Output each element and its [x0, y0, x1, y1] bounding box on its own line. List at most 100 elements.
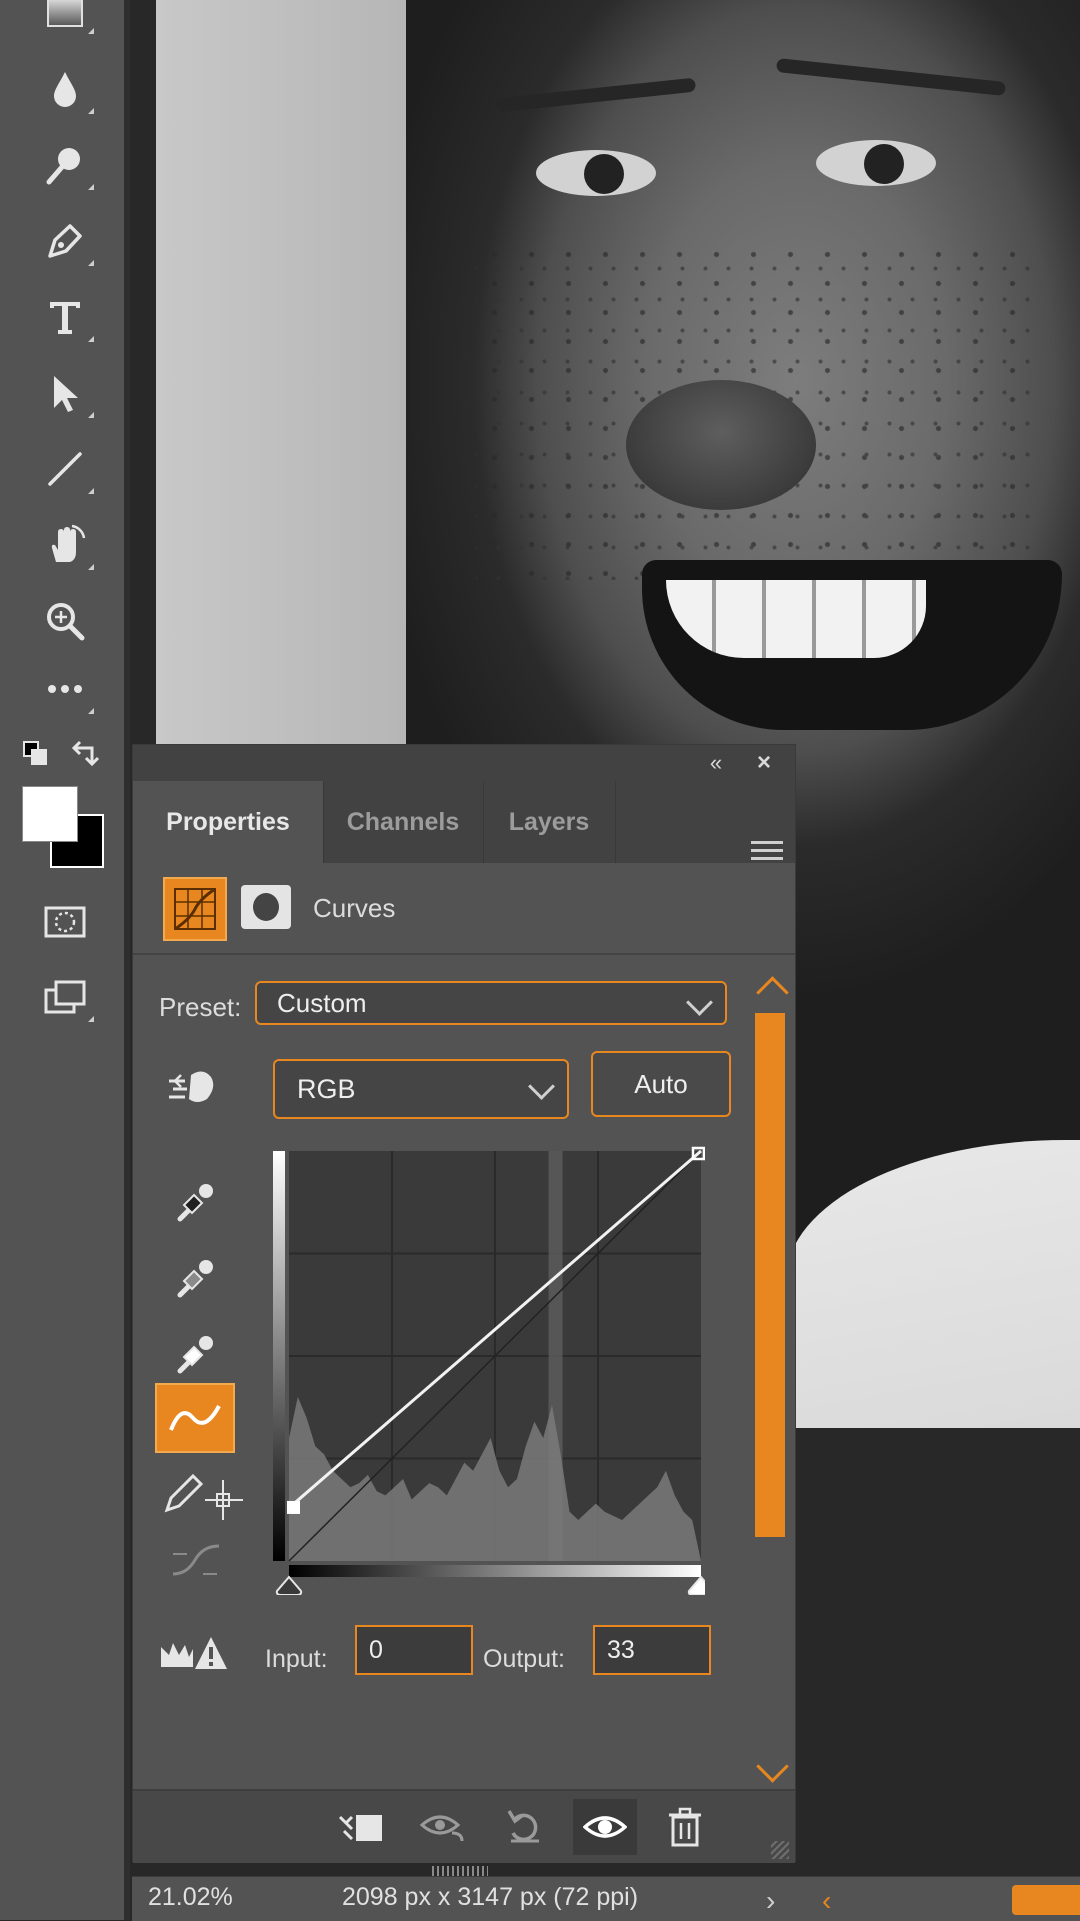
output-value-field[interactable]: 33 [593, 1625, 711, 1675]
dodge-tool[interactable] [30, 134, 100, 196]
curves-graph[interactable] [273, 1145, 705, 1595]
photo-left-eye [536, 150, 656, 196]
gray-eyedropper-icon [177, 1260, 213, 1298]
horizontal-scrollbar-thumb[interactable] [1012, 1885, 1080, 1915]
curve-point-shadow[interactable] [287, 1500, 300, 1514]
adjustment-header: Curves [133, 863, 795, 955]
rotate-view-tool[interactable] [30, 514, 100, 576]
quick-mask-button[interactable] [30, 890, 100, 952]
screen-mode-icon [44, 980, 86, 1014]
channel-value: RGB [297, 1074, 356, 1104]
adjustment-title: Curves [313, 893, 396, 923]
zoom-level[interactable]: 21.02% [148, 1883, 233, 1912]
photo-teeth [666, 580, 926, 658]
black-point-slider[interactable] [275, 1575, 303, 1595]
close-icon: × [756, 749, 771, 776]
scroll-left-icon[interactable]: ‹ [822, 1885, 831, 1917]
edit-points-button[interactable] [155, 1383, 235, 1453]
document-info: 2098 px x 3147 px (72 ppi) [342, 1883, 639, 1911]
clipping-warning-icon [161, 1637, 227, 1669]
blur-tool[interactable] [30, 58, 100, 120]
photo-right-eye [816, 140, 936, 186]
type-tool[interactable] [30, 286, 100, 348]
channel-dropdown[interactable]: RGB [273, 1059, 569, 1119]
menu-icon [751, 841, 783, 844]
layer-mask-button[interactable] [241, 885, 291, 929]
curves-adjustment-button[interactable] [163, 877, 227, 941]
default-colors-button[interactable] [22, 740, 50, 768]
more-tools-button[interactable] [30, 658, 100, 720]
chevron-down-icon [686, 989, 713, 1016]
line-tool[interactable] [30, 438, 100, 500]
curves-grid-icon [174, 887, 216, 931]
photo-shirt [786, 1140, 1080, 1428]
toggle-visibility-button[interactable] [573, 1799, 637, 1855]
targeted-adjustment-icon [169, 1071, 214, 1102]
gradient-tool[interactable] [30, 0, 100, 40]
scroll-down-button[interactable] [756, 1750, 789, 1783]
reset-button[interactable] [497, 1799, 553, 1855]
line-icon [48, 452, 82, 486]
gradient-icon [47, 0, 83, 27]
clip-to-layer-button[interactable] [333, 1799, 389, 1855]
preset-value: Custom [277, 988, 367, 1018]
input-gradient-bar [289, 1565, 701, 1577]
input-value-field[interactable]: 0 [355, 1625, 473, 1675]
zoom-tool[interactable] [30, 590, 100, 652]
properties-panel: « × Properties Channels Layers Curves Pr… [132, 744, 796, 1863]
photo-right-brow [775, 58, 1007, 96]
sample-white-point-button[interactable] [155, 1319, 235, 1389]
tab-channels[interactable]: Channels [323, 781, 484, 863]
path-selection-icon [54, 376, 78, 412]
panel-titlebar[interactable]: « × [133, 745, 795, 781]
clipping-warning-button[interactable] [159, 1633, 229, 1673]
status-menu-arrow-icon[interactable]: › [766, 1885, 775, 1917]
delete-adjustment-button[interactable] [657, 1799, 713, 1855]
white-point-slider[interactable] [687, 1575, 705, 1595]
close-panel-button[interactable]: × [749, 749, 779, 777]
sample-gray-point-button[interactable] [155, 1243, 235, 1313]
tab-layers[interactable]: Layers [483, 781, 616, 863]
smooth-icon [172, 1544, 220, 1576]
zoom-icon [47, 603, 85, 641]
panel-resize-grip[interactable] [771, 1841, 789, 1859]
photo-background [156, 0, 406, 760]
sample-black-point-button[interactable] [155, 1167, 235, 1237]
eye-icon [583, 1816, 627, 1838]
photo-left-brow [495, 77, 697, 113]
preset-dropdown[interactable]: Custom [255, 981, 727, 1025]
output-label: Output: [483, 1645, 565, 1673]
smooth-curve-button[interactable] [155, 1525, 235, 1595]
pen-tool[interactable] [30, 210, 100, 272]
double-chevron-left-icon: « [709, 750, 723, 775]
hand-icon [51, 524, 86, 562]
panel-scrollbar-thumb[interactable] [755, 1013, 785, 1537]
swap-colors-button[interactable] [70, 738, 102, 770]
input-label: Input: [265, 1645, 328, 1673]
curve-points-icon [169, 1405, 221, 1431]
preset-label: Preset: [159, 992, 242, 1022]
white-eyedropper-icon [177, 1336, 213, 1374]
dodge-icon [46, 148, 80, 185]
more-tools-icon [48, 685, 82, 693]
reset-icon [507, 1810, 539, 1843]
chevron-down-icon [528, 1073, 555, 1100]
scroll-up-button[interactable] [756, 976, 789, 1009]
default-colors-icon [23, 741, 47, 765]
panel-tabbar: Properties Channels Layers [133, 781, 795, 863]
pencil-icon [164, 1473, 243, 1520]
foreground-color-swatch[interactable] [22, 786, 78, 842]
photo-nose [626, 380, 816, 510]
blur-drop-icon [54, 72, 76, 107]
trash-icon [669, 1807, 701, 1847]
panel-resize-handle[interactable] [432, 1866, 488, 1876]
draw-curve-button[interactable] [159, 1459, 249, 1529]
view-previous-state-button[interactable] [415, 1799, 471, 1855]
collapse-panel-button[interactable]: « [701, 749, 731, 777]
path-selection-tool[interactable] [30, 362, 100, 424]
targeted-adjustment-tool[interactable] [163, 1061, 223, 1117]
tab-properties[interactable]: Properties [133, 781, 324, 863]
screen-mode-button[interactable] [30, 966, 100, 1028]
status-bar: 21.02% 2098 px x 3147 px (72 ppi) › ‹ [132, 1876, 1080, 1921]
auto-button[interactable]: Auto [591, 1051, 731, 1117]
